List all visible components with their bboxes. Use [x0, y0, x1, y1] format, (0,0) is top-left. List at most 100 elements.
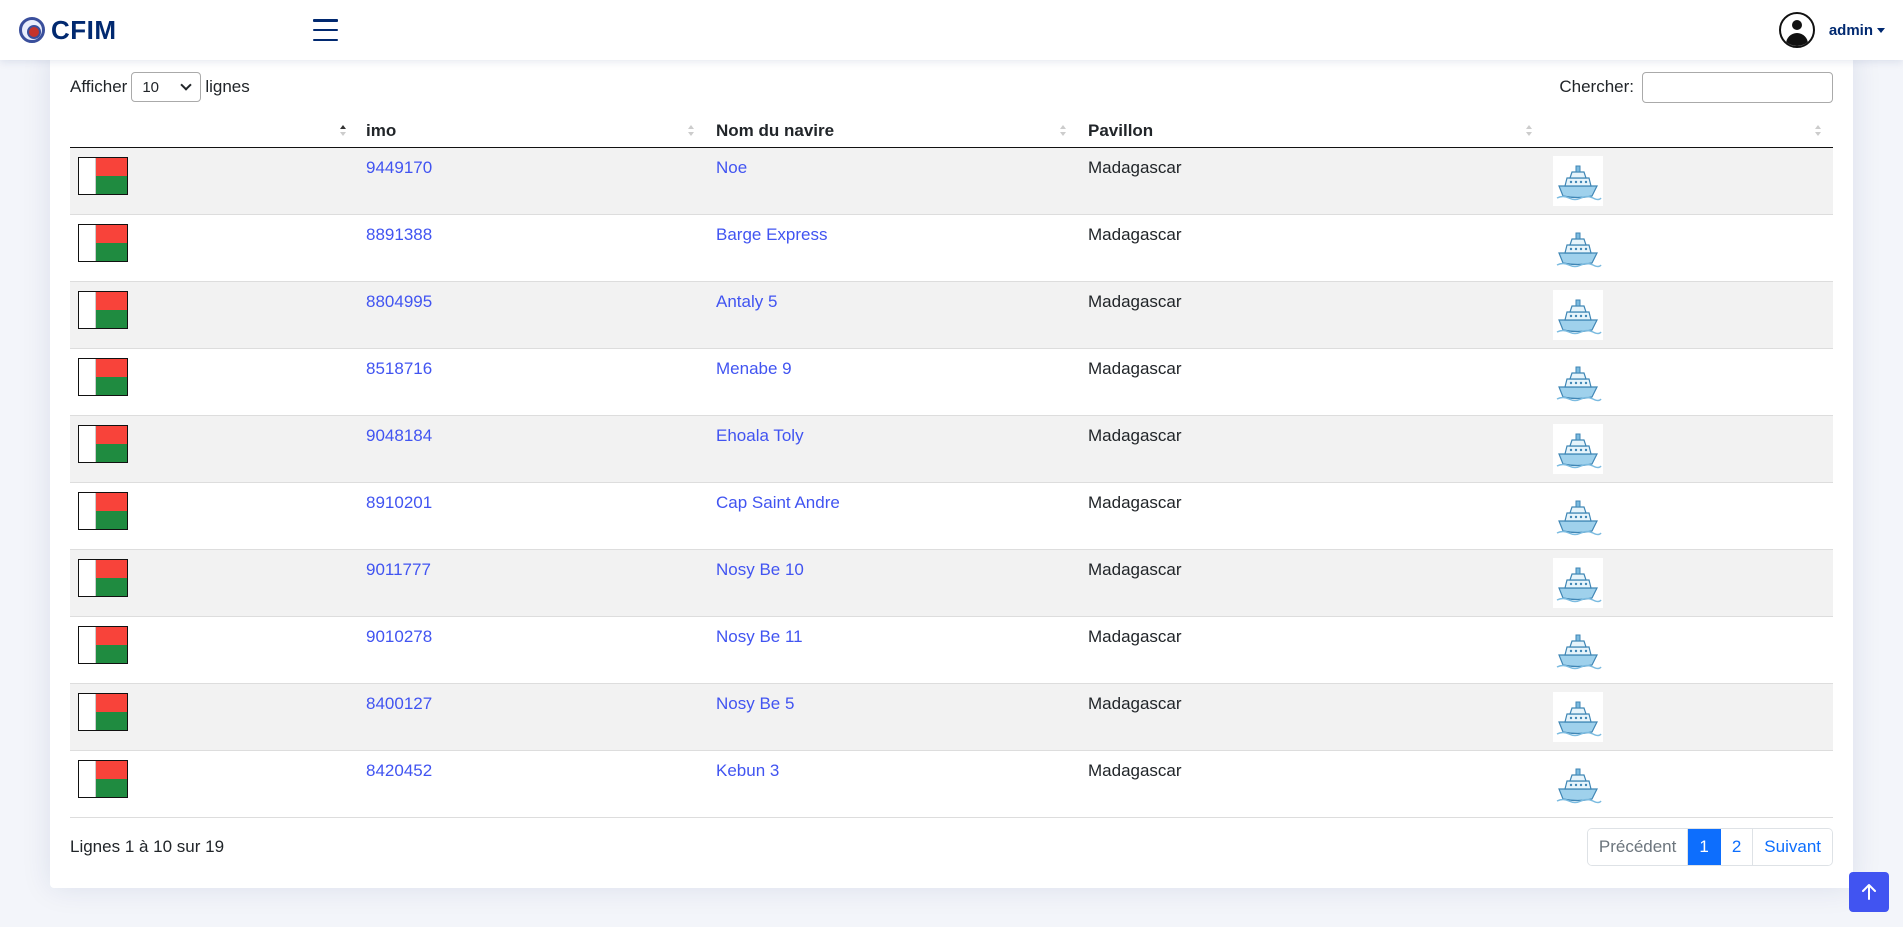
brand-name: CFIM	[51, 14, 117, 45]
madagascar-flag-icon	[78, 492, 128, 530]
user-name-label: admin	[1828, 21, 1873, 39]
table-row: 8420452 Kebun 3 Madagascar	[70, 751, 1833, 818]
sort-icon	[1060, 123, 1068, 139]
back-to-top-button[interactable]	[1849, 872, 1889, 912]
flag-country-text: Madagascar	[1088, 225, 1182, 244]
ship-name-link[interactable]: Kebun 3	[716, 761, 779, 781]
table-row: 8891388 Barge Express Madagascar	[70, 215, 1833, 282]
flag-country-text: Madagascar	[1088, 627, 1182, 646]
chevron-down-icon	[180, 79, 192, 91]
table-row: 8518716 Menabe 9 Madagascar	[70, 349, 1833, 416]
ship-name-link[interactable]: Menabe 9	[716, 359, 792, 379]
table-row: 8804995 Antaly 5 Madagascar	[70, 282, 1833, 349]
caret-down-icon	[1877, 27, 1885, 33]
pagination-page-1[interactable]: 1	[1688, 829, 1721, 865]
ship-icon	[1553, 625, 1603, 675]
pagination-next[interactable]: Suivant	[1753, 829, 1832, 865]
user-menu[interactable]: admin	[1778, 12, 1885, 48]
search-label: Chercher:	[1559, 77, 1634, 96]
sort-asc-icon	[340, 123, 348, 139]
ship-name-link[interactable]: Nosy Be 10	[716, 560, 804, 580]
flag-country-text: Madagascar	[1088, 560, 1182, 579]
madagascar-flag-icon	[78, 760, 128, 798]
imo-link[interactable]: 9449170	[366, 158, 432, 178]
page-length-select[interactable]: 10	[131, 72, 202, 102]
search-input[interactable]	[1642, 71, 1833, 103]
user-avatar-icon[interactable]	[1778, 12, 1815, 48]
flag-country-text: Madagascar	[1088, 493, 1182, 512]
ship-icon	[1553, 491, 1603, 541]
imo-link[interactable]: 8518716	[366, 359, 432, 379]
ship-name-link[interactable]: Cap Saint Andre	[716, 493, 840, 513]
madagascar-flag-icon	[78, 425, 128, 463]
flag-country-text: Madagascar	[1088, 694, 1182, 713]
table-row: 8910201 Cap Saint Andre Madagascar	[70, 483, 1833, 550]
show-label: Afficher	[70, 77, 128, 96]
imo-link[interactable]: 8420452	[366, 761, 432, 781]
imo-link[interactable]: 9048184	[366, 426, 432, 446]
sort-icon	[1815, 123, 1823, 139]
flag-country-text: Madagascar	[1088, 761, 1182, 780]
madagascar-flag-icon	[78, 157, 128, 195]
column-header-ship-name[interactable]: Nom du navire	[716, 114, 834, 148]
madagascar-flag-icon	[78, 693, 128, 731]
ship-name-link[interactable]: Antaly 5	[716, 292, 777, 312]
flag-country-text: Madagascar	[1088, 359, 1182, 378]
column-header-flag[interactable]	[78, 114, 358, 148]
ship-icon	[1553, 558, 1603, 608]
table-row: 9011777 Nosy Be 10 Madagascar	[70, 550, 1833, 617]
column-header-flag-country[interactable]: Pavillon	[1088, 114, 1153, 148]
ship-icon	[1553, 290, 1603, 340]
flag-country-text: Madagascar	[1088, 158, 1182, 177]
sort-icon	[1526, 123, 1534, 139]
ship-icon	[1553, 692, 1603, 742]
ship-name-link[interactable]: Nosy Be 5	[716, 694, 794, 714]
table-header: imo Nom du navire Pavillon	[70, 114, 1833, 148]
ships-card: Afficher 10 lignes Chercher: imo Nom du …	[50, 50, 1853, 888]
ship-name-link[interactable]: Noe	[716, 158, 747, 178]
rows-label: lignes	[205, 77, 250, 96]
search-control: Chercher:	[1559, 71, 1833, 103]
ship-icon	[1553, 759, 1603, 809]
imo-link[interactable]: 8891388	[366, 225, 432, 245]
flag-country-text: Madagascar	[1088, 426, 1182, 445]
arrow-up-icon	[1862, 884, 1876, 900]
table-body: 9449170 Noe Madagascar 8891388 Barge Express…	[70, 148, 1833, 818]
ships-table: imo Nom du navire Pavillon 9449170 Noe Mad…	[70, 114, 1833, 818]
imo-link[interactable]: 9010278	[366, 627, 432, 647]
madagascar-flag-icon	[78, 358, 128, 396]
user-dropdown-toggle[interactable]: admin	[1829, 22, 1885, 39]
madagascar-flag-icon	[78, 626, 128, 664]
cfim-logo-icon	[19, 17, 45, 43]
ship-name-link[interactable]: Ehoala Toly	[716, 426, 804, 446]
imo-link[interactable]: 8804995	[366, 292, 432, 312]
ship-name-link[interactable]: Barge Express	[716, 225, 828, 245]
column-header-imo[interactable]: imo	[366, 114, 396, 148]
table-row: 8400127 Nosy Be 5 Madagascar	[70, 684, 1833, 751]
sort-icon	[688, 123, 696, 139]
ship-icon	[1553, 424, 1603, 474]
table-row: 9048184 Ehoala Toly Madagascar	[70, 416, 1833, 483]
ship-name-link[interactable]: Nosy Be 11	[716, 627, 803, 647]
madagascar-flag-icon	[78, 291, 128, 329]
hamburger-menu-icon[interactable]	[313, 19, 338, 41]
brand-logo-link[interactable]: CFIM	[19, 14, 117, 46]
madagascar-flag-icon	[78, 224, 128, 262]
ship-icon	[1553, 357, 1603, 407]
flag-country-text: Madagascar	[1088, 292, 1182, 311]
table-controls: Afficher 10 lignes Chercher:	[70, 71, 1833, 103]
imo-link[interactable]: 9011777	[366, 560, 431, 580]
imo-link[interactable]: 8910201	[366, 493, 432, 513]
table-row: 9010278 Nosy Be 11 Madagascar	[70, 617, 1833, 684]
table-info: Lignes 1 à 10 sur 19	[70, 837, 225, 856]
imo-link[interactable]: 8400127	[366, 694, 432, 714]
pagination-page-2[interactable]: 2	[1720, 829, 1754, 865]
page-length-value: 10	[142, 78, 160, 96]
ship-icon	[1553, 223, 1603, 273]
top-header: CFIM admin	[0, 0, 1903, 60]
pagination: Précédent 1 2 Suivant	[1586, 828, 1833, 866]
page-length-control: Afficher 10 lignes	[70, 72, 250, 102]
ship-icon	[1553, 156, 1603, 206]
madagascar-flag-icon	[78, 559, 128, 597]
pagination-previous[interactable]: Précédent	[1587, 829, 1689, 865]
